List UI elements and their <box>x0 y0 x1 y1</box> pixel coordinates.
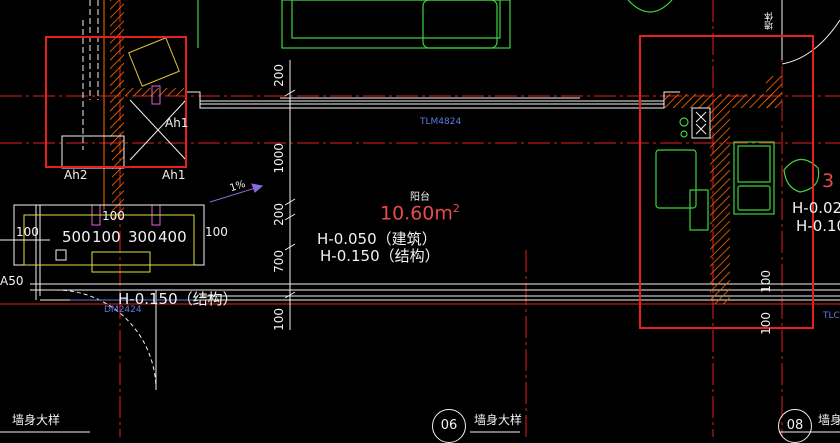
dim-500: 500 <box>62 228 91 246</box>
upper-fixtures <box>197 0 673 49</box>
dim-top-100: 100 <box>102 209 125 223</box>
wall-ref-vertical: 墙体 <box>765 12 775 30</box>
tag-ah1-top: Ah1 <box>165 116 189 130</box>
axis-bubble-08[interactable]: 08 <box>778 409 812 443</box>
dim-700: 700 <box>272 250 286 273</box>
wall-detail-label-2: 墙身大样 <box>474 413 523 427</box>
room-area: 10.60m2 <box>380 202 460 225</box>
dim-200-mid: 200 <box>272 203 286 226</box>
dim-1000: 1000 <box>272 143 286 174</box>
dim-400: 400 <box>158 228 187 246</box>
dim-200-top: 200 <box>272 64 286 87</box>
elevation-right-2: H-0.10 <box>796 217 840 235</box>
elevation-structure: H-0.150（结构） <box>320 247 440 265</box>
axis-bubble-06[interactable]: 06 <box>432 409 466 443</box>
wall-detail-label-3: 墙身大样 <box>818 413 840 427</box>
dim-300: 300 <box>128 228 157 246</box>
wall-detail-label-1: 墙身大样 <box>12 413 61 427</box>
left-wall <box>82 0 184 220</box>
elevation-structure-lower: H-0.150（结构） <box>118 290 238 308</box>
window-label-top: TLM4824 <box>420 117 462 127</box>
dim-left-100: 100 <box>16 225 39 239</box>
tag-ah2: Ah2 <box>64 168 88 182</box>
window-label-right: TLC1 <box>823 311 840 321</box>
top-window <box>186 91 680 109</box>
dim-right-100: 100 <box>205 225 228 239</box>
tag-ah1-mid: Ah1 <box>162 168 186 182</box>
dim-100: 100 <box>92 228 121 246</box>
room-area-right-partial: 3 <box>822 170 835 192</box>
tag-a50: A50 <box>0 274 24 288</box>
elevation-architecture: H-0.050（建筑） <box>317 230 437 248</box>
dim-100-right: 100 <box>759 270 773 293</box>
dim-100-right-2: 100 <box>759 312 773 335</box>
dim-100-bottom: 100 <box>272 308 286 331</box>
elevation-right-1: H-0.02 <box>792 199 840 217</box>
